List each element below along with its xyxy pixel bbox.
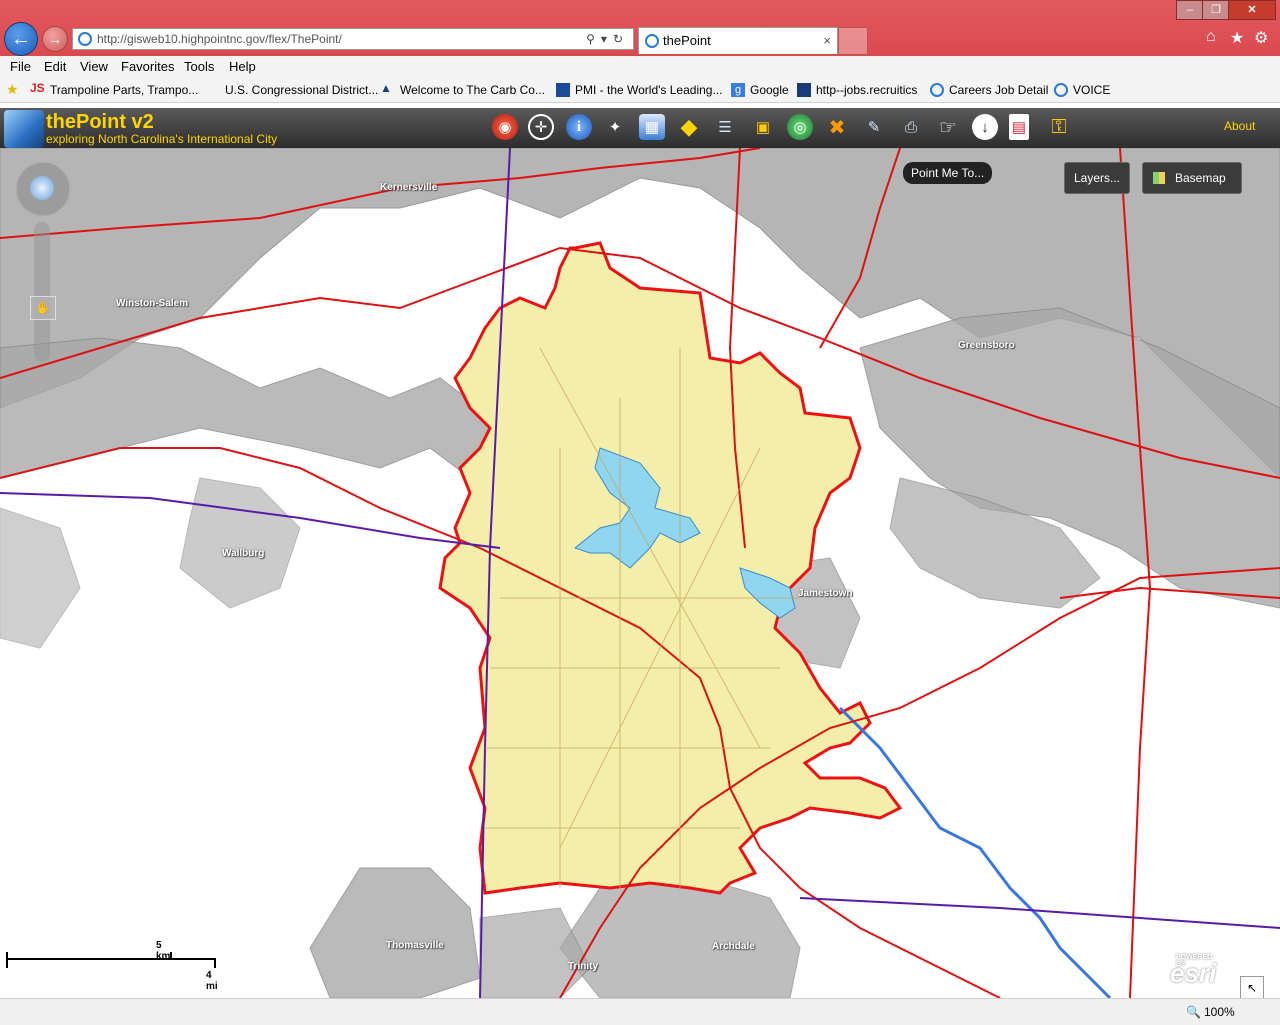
zoom-slider[interactable] — [34, 222, 50, 362]
tab-close-icon[interactable]: × — [823, 28, 831, 54]
navigate-icon[interactable]: ◆ — [676, 114, 702, 140]
about-link[interactable]: About — [1224, 119, 1255, 133]
tooltip-point-me-to: Point Me To... — [903, 162, 993, 184]
favorite-link[interactable]: Careers Job Detail — [949, 83, 1048, 97]
favorite-link[interactable]: Welcome to The Carb Co... — [400, 83, 545, 97]
info-icon[interactable]: i — [566, 114, 592, 140]
basemap-button[interactable]: Basemap — [1142, 162, 1242, 194]
city-label-winston-salem: Winston-Salem — [116, 298, 189, 309]
favorites-star-icon[interactable]: ★ — [6, 81, 20, 97]
city-label-jamestown: Jamestown — [798, 588, 853, 599]
ie-page-icon — [78, 32, 92, 46]
expand-arrow-icon[interactable]: ↖ — [1240, 976, 1264, 1000]
layers-button[interactable]: Layers... — [1064, 162, 1130, 194]
city-label-trinity: Trinity — [568, 961, 599, 972]
scale-mi-label: 4 mi — [206, 970, 218, 992]
favorite-link[interactable]: http--jobs.recruitics — [816, 83, 917, 97]
favorites-bar: ★ JS Trampoline Parts, Trampo... U.S. Co… — [0, 78, 1280, 103]
app-subtitle: exploring North Carolina's International… — [46, 132, 278, 146]
key-icon[interactable]: ⚿ — [1046, 114, 1072, 140]
recruitics-icon — [797, 83, 811, 97]
settings-gear-icon[interactable]: ⚙ — [1254, 28, 1268, 48]
tab-page-icon — [645, 34, 659, 48]
layers-icon[interactable]: ☰ — [712, 114, 738, 140]
city-label-kernersville: Kernersville — [380, 182, 438, 193]
status-bar: 🔍 100% — [0, 998, 1280, 1025]
address-bar[interactable]: http://gisweb10.highpointnc.gov/flex/The… — [72, 28, 634, 50]
google-icon: g — [731, 83, 745, 97]
ie-page-icon — [1054, 83, 1068, 97]
forward-button[interactable]: → — [42, 26, 68, 52]
pointing-hand-icon[interactable]: ☞ — [935, 114, 961, 140]
tool-icon[interactable]: ✎ — [861, 114, 887, 140]
carb-site-icon: ▲ — [380, 81, 392, 95]
minimize-button[interactable]: – — [1176, 0, 1204, 20]
menu-view[interactable]: View — [80, 59, 108, 74]
app-logo — [4, 110, 44, 148]
scale-km-label: 5 km — [156, 940, 171, 962]
favorite-link[interactable]: VOICE — [1073, 83, 1110, 97]
menu-bar: File Edit View Favorites Tools Help — [0, 56, 1280, 78]
table-icon[interactable]: ▦ — [639, 114, 665, 140]
back-button[interactable]: ← — [4, 22, 38, 56]
city-label-wallburg: Wallburg — [222, 548, 265, 559]
map-view[interactable]: Kernersville Winston-Salem Greensboro Wa… — [0, 148, 1280, 998]
menu-help[interactable]: Help — [229, 59, 256, 74]
globe-icon[interactable]: ◎ — [787, 114, 813, 140]
download-icon[interactable]: ↓ — [972, 114, 998, 140]
map-canvas[interactable] — [0, 148, 1280, 998]
esri-logo: POWERED BY esri — [1170, 954, 1217, 988]
city-label-archdale: Archdale — [712, 941, 755, 952]
magic-icon[interactable]: ✦ — [602, 114, 628, 140]
favorites-star-icon[interactable]: ★ — [1230, 28, 1244, 48]
maximize-button[interactable]: ❐ — [1202, 0, 1230, 20]
basemap-label: Basemap — [1175, 171, 1226, 185]
document-icon[interactable]: ▤ — [1009, 114, 1029, 140]
new-tab-button[interactable] — [838, 27, 868, 55]
menu-file[interactable]: File — [10, 59, 31, 74]
address-url: http://gisweb10.highpointnc.gov/flex/The… — [97, 32, 342, 46]
basemap-grid-icon — [1153, 172, 1165, 184]
favorite-link[interactable]: PMI - the World's Leading... — [575, 83, 722, 97]
js-site-icon: JS — [30, 81, 45, 95]
pmi-site-icon — [556, 83, 570, 97]
city-label-greensboro: Greensboro — [958, 340, 1015, 351]
address-controls[interactable]: ⚲▾↻ — [586, 29, 629, 49]
target-icon[interactable]: ◉ — [492, 114, 518, 140]
zoom-level[interactable]: 100% — [1204, 1005, 1235, 1019]
pan-hand-icon[interactable]: ✋ — [30, 296, 56, 320]
favorite-link[interactable]: Trampoline Parts, Trampo... — [50, 83, 198, 97]
tab-thepoint[interactable]: thePoint × — [638, 27, 838, 54]
measure-icon[interactable]: ✖ — [824, 114, 850, 140]
favorite-link[interactable]: U.S. Congressional District... — [225, 83, 378, 97]
app-title: thePoint v2 — [46, 111, 154, 133]
ie-page-icon — [930, 83, 944, 97]
menu-favorites[interactable]: Favorites — [121, 59, 174, 74]
tab-label: thePoint — [663, 33, 711, 48]
zoom-icon[interactable]: 🔍 — [1186, 1005, 1201, 1019]
close-window-button[interactable]: ✕ — [1228, 0, 1276, 20]
river — [838, 706, 1112, 998]
esri-powered-by: POWERED BY — [1176, 954, 1213, 968]
full-extent-globe-icon[interactable] — [30, 176, 54, 200]
favorite-link[interactable]: Google — [750, 83, 789, 97]
lock-icon[interactable]: ▣ — [750, 114, 776, 140]
print-icon[interactable]: ⎙ — [898, 114, 924, 140]
menu-edit[interactable]: Edit — [44, 59, 66, 74]
home-icon[interactable]: ⌂ — [1206, 28, 1216, 46]
city-label-thomasville: Thomasville — [386, 940, 444, 951]
menu-tools[interactable]: Tools — [184, 59, 214, 74]
crosshair-icon[interactable]: ✛ — [528, 114, 554, 140]
